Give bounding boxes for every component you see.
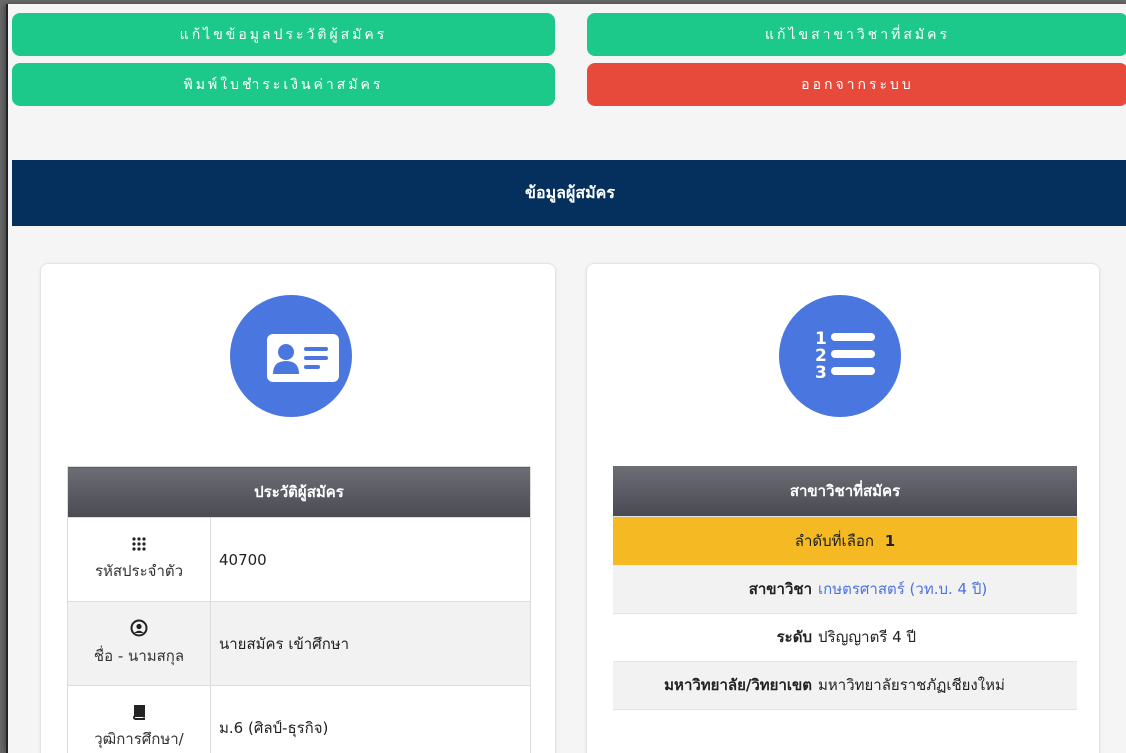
table-row: วุฒิการศึกษา/ ม.6 (ศิลป์-ธุรกิจ): [67, 685, 531, 753]
profile-card: ประวัติผู้สมัคร รหัสประจำตัว 40700 ชื่อ …: [40, 263, 556, 753]
profile-table: ประวัติผู้สมัคร รหัสประจำตัว 40700 ชื่อ …: [67, 466, 531, 753]
numbered-list-icon: 1 2 3: [779, 295, 901, 417]
application-table-header: สาขาวิชาที่สมัคร: [613, 466, 1077, 517]
table-row: มหาวิทยาลัย/วิทยาเขต มหาวิทยาลัยราชภัฏเช…: [613, 661, 1077, 710]
education-label: วุฒิการศึกษา/: [94, 730, 184, 748]
applicant-info-banner: ข้อมูลผู้สมัคร: [12, 160, 1126, 226]
university-value: มหาวิทยาลัยราชภัฏเชียงใหม่: [818, 661, 1077, 710]
application-table: สาขาวิชาที่สมัคร ลำดับที่เลือก 1 สาขาวิช…: [613, 466, 1077, 710]
edit-major-button[interactable]: แก้ไขสาขาวิชาที่สมัคร: [587, 13, 1126, 56]
table-row: รหัสประจำตัว 40700: [67, 517, 531, 602]
order-label: ลำดับที่เลือก: [794, 532, 874, 550]
logout-button[interactable]: ออกจากระบบ: [587, 63, 1126, 106]
full-name-value: นายสมัคร เข้าศึกษา: [210, 601, 531, 686]
print-payment-button[interactable]: พิมพ์ใบชำระเงินค่าสมัคร: [12, 63, 555, 106]
table-row: สาขาวิชา เกษตรศาสตร์ (วท.บ. 4 ปี): [613, 565, 1077, 614]
education-value: ม.6 (ศิลป์-ธุรกิจ): [210, 685, 531, 753]
profile-table-header: ประวัติผู้สมัคร: [67, 466, 531, 518]
applicant-id-value: 40700: [210, 517, 531, 602]
major-label: สาขาวิชา: [613, 565, 818, 614]
dialpad-icon: [68, 536, 210, 557]
university-label: มหาวิทยาลัย/วิทยาเขต: [613, 661, 818, 710]
order-row: ลำดับที่เลือก 1: [613, 516, 1077, 565]
level-value: ปริญญาตรี 4 ปี: [818, 613, 1077, 662]
user-circle-icon: [68, 619, 210, 642]
full-name-label: ชื่อ - นามสกุล: [93, 647, 185, 665]
table-row: ระดับ ปริญญาตรี 4 ปี: [613, 613, 1077, 662]
order-value: 1: [884, 532, 896, 550]
level-label: ระดับ: [613, 613, 818, 662]
page-frame: แก้ไขข้อมูลประวัติผู้สมัคร แก้ไขสาขาวิชา…: [6, 4, 1126, 753]
banner-title: ข้อมูลผู้สมัคร: [525, 182, 615, 202]
table-row: ชื่อ - นามสกุล นายสมัคร เข้าศึกษา: [67, 601, 531, 686]
major-link[interactable]: เกษตรศาสตร์ (วท.บ. 4 ปี): [818, 565, 1077, 614]
svg-text:3: 3: [815, 363, 827, 383]
application-card: 1 2 3 สาขาวิชาที่สมัคร ลำดับที่เลือก 1 ส…: [586, 263, 1100, 753]
id-card-icon: [230, 295, 352, 417]
edit-profile-button[interactable]: แก้ไขข้อมูลประวัติผู้สมัคร: [12, 13, 555, 56]
book-icon: [68, 704, 210, 725]
applicant-id-label: รหัสประจำตัว: [94, 562, 184, 580]
